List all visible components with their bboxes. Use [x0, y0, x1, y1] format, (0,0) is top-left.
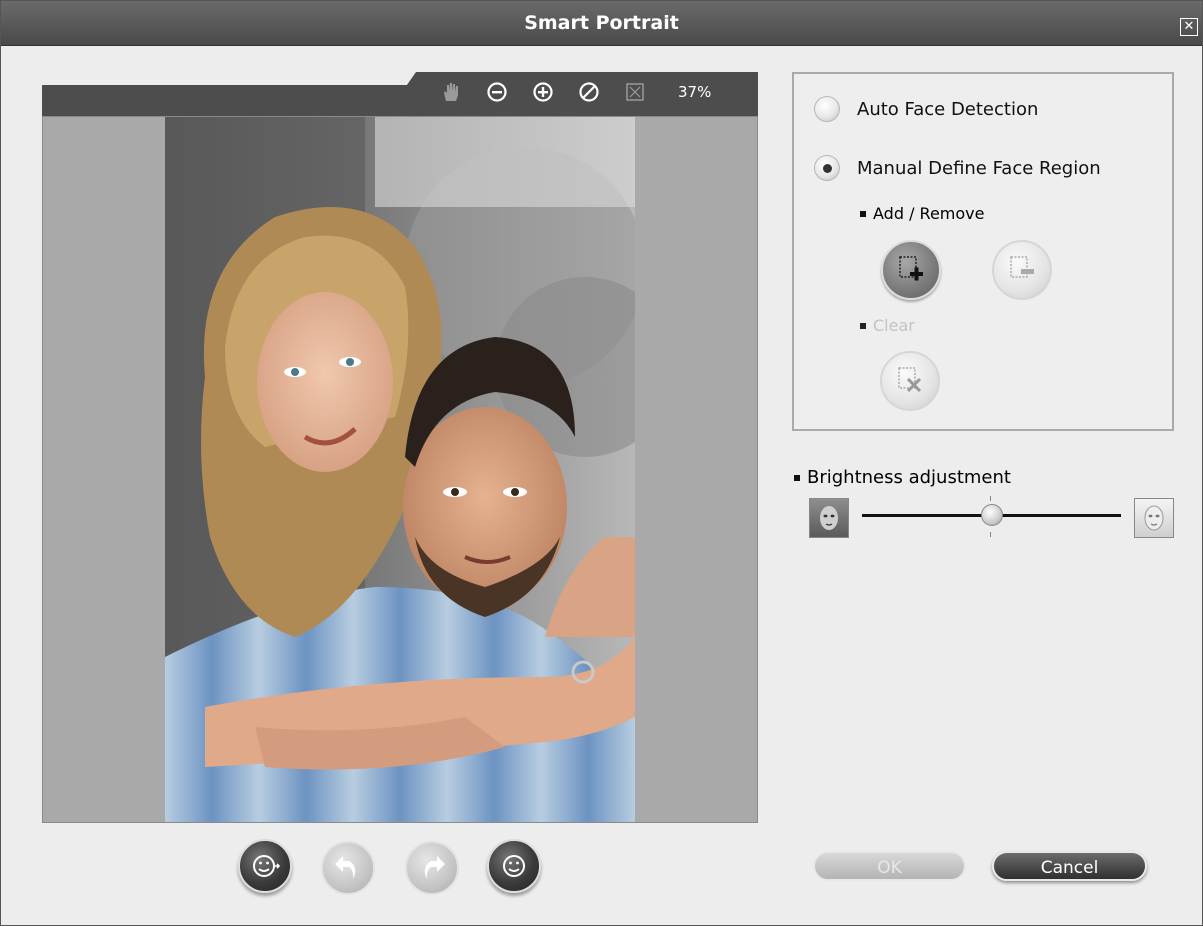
face-preview-button[interactable]	[487, 839, 541, 893]
portrait-photo	[165, 117, 635, 822]
remove-face-region-button[interactable]	[992, 240, 1052, 300]
manual-face-label: Manual Define Face Region	[857, 157, 1101, 179]
add-face-region-icon	[899, 256, 923, 281]
dark-face-icon	[820, 506, 838, 530]
cancel-button[interactable]: Cancel	[992, 851, 1147, 881]
brightness-decrease-button[interactable]	[809, 498, 849, 538]
clear-face-regions-button[interactable]	[880, 351, 940, 411]
image-canvas[interactable]	[42, 116, 758, 823]
face-preview-icon	[503, 855, 525, 877]
brightness-slider-handle[interactable]	[980, 504, 1003, 526]
zoom-level: 37%	[678, 83, 712, 101]
bright-face-icon	[1144, 505, 1164, 531]
add-face-region-button[interactable]	[881, 240, 941, 300]
reset-icon[interactable]	[576, 79, 602, 105]
image-viewer: 37%	[42, 72, 758, 823]
remove-face-region-icon	[1010, 256, 1034, 278]
face-apply-icon	[253, 855, 281, 877]
add-remove-label: Add / Remove	[873, 204, 985, 223]
slider-center-tick-top	[990, 496, 991, 501]
hand-icon[interactable]	[438, 79, 464, 105]
radio-selected-dot	[823, 164, 832, 173]
window-title: Smart Portrait	[524, 12, 679, 34]
zoom-in-icon[interactable]	[530, 79, 556, 105]
viewer-toolbar: 37%	[42, 82, 758, 116]
auto-face-label: Auto Face Detection	[857, 98, 1039, 120]
title-bar: Smart Portrait ✕	[1, 1, 1202, 46]
fit-icon[interactable]	[622, 79, 648, 105]
undo-icon	[335, 856, 356, 879]
brightness-section: Brightness adjustment	[794, 467, 1011, 488]
clear-label: Clear	[873, 316, 915, 335]
manual-face-radio[interactable]	[814, 155, 840, 181]
close-icon[interactable]: ✕	[1180, 18, 1198, 36]
auto-face-radio[interactable]	[814, 96, 840, 122]
smart-portrait-window: Smart Portrait ✕ 37% Auto Face Detection…	[0, 0, 1203, 926]
brightness-increase-button[interactable]	[1134, 498, 1174, 538]
brightness-label: Brightness adjustment	[807, 467, 1011, 488]
zoom-out-icon[interactable]	[484, 79, 510, 105]
auto-face-detection-option[interactable]: Auto Face Detection	[814, 96, 1038, 122]
bullet	[860, 210, 866, 217]
redo-icon	[424, 856, 445, 879]
clear-section: Clear	[860, 316, 915, 335]
bullet	[860, 322, 866, 329]
face-region-panel: Auto Face Detection Manual Define Face R…	[792, 72, 1174, 431]
undo-button[interactable]	[321, 841, 375, 895]
clear-face-regions-icon	[898, 367, 922, 393]
bullet	[794, 474, 800, 481]
face-apply-button[interactable]	[238, 839, 292, 893]
slider-center-tick-bottom	[990, 532, 991, 537]
ok-button[interactable]: OK	[813, 851, 966, 881]
add-remove-section: Add / Remove	[860, 204, 984, 223]
manual-face-region-option[interactable]: Manual Define Face Region	[814, 155, 1101, 181]
redo-button[interactable]	[405, 841, 459, 895]
